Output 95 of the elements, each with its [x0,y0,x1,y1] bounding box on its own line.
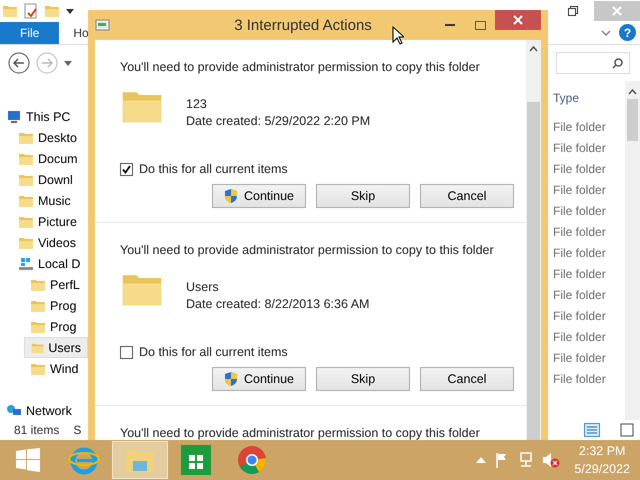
table-cell: File folder [553,330,606,344]
network-icon [6,404,22,418]
folder-icon [30,362,46,376]
table-cell: File folder [553,141,606,155]
date-created: Date created: 8/22/2013 6:36 AM [186,297,370,311]
scrollbar[interactable] [625,81,640,420]
folder-icon [44,3,60,19]
table-cell: File folder [553,120,606,134]
dialog-button[interactable]: Cancel [420,367,514,391]
dialog-button[interactable]: Cancel [420,184,514,208]
table-cell: File folder [553,267,606,281]
scroll-thumb[interactable] [527,102,540,440]
checkbox-label[interactable]: Do this for all current items [139,162,288,176]
nav-item[interactable]: Picture [12,211,88,232]
shield-icon [224,188,238,204]
status-text: S [73,423,82,437]
nav-item[interactable]: Docum [12,148,88,169]
nav-item[interactable]: Videos [12,232,88,253]
scroll-up-icon[interactable] [529,46,538,52]
chrome-ball-icon [237,445,267,475]
table-cell: File folder [553,372,606,386]
scrollbar[interactable] [526,40,541,440]
help-button[interactable]: ? [619,24,636,41]
folder-icon [18,152,34,166]
nav-item[interactable]: Local D [12,253,88,274]
close-button[interactable] [495,10,541,30]
nav-item[interactable]: Prog [24,295,88,316]
table-cell: File folder [553,204,606,218]
table-cell: File folder [553,351,606,365]
nav-item[interactable]: PerfL [24,274,88,295]
nav-item[interactable]: Network [0,400,88,421]
dialog-button[interactable]: Continue [212,184,306,208]
nav-item[interactable]: This PC [0,106,88,127]
nav-item[interactable]: Music [12,190,88,211]
nav-item[interactable]: Wind [24,358,88,379]
drive-icon [18,256,34,270]
table-cell: File folder [553,162,606,176]
ribbon-tab[interactable]: Ho [59,22,103,44]
folder-icon [18,236,34,250]
checkbox[interactable] [120,346,133,358]
tray-caret-icon[interactable] [476,457,486,463]
folder-icon [30,278,46,292]
folder-icon [30,320,46,334]
network-monitor-icon[interactable] [518,452,534,468]
recent-caret-icon[interactable] [64,60,72,66]
folder-name: Users [186,280,220,294]
restore-icon[interactable] [568,6,578,16]
computer-icon [6,110,22,124]
date-created: Date created: 5/29/2022 2:20 PM [186,114,370,128]
folder-icon [18,130,34,144]
close-icon [513,15,523,25]
table-cell: File folder [553,225,606,239]
folder-icon [30,298,46,312]
maximize-icon[interactable] [474,20,486,30]
dialog-button[interactable]: Skip [316,367,410,391]
taskbar-app[interactable] [112,441,168,479]
table-cell: File folder [553,288,606,302]
nav-item[interactable]: Deskto [12,127,88,148]
scroll-thumb[interactable] [627,99,638,141]
nav-item[interactable]: Prog [24,316,88,337]
nav-item[interactable]: Downl [12,169,88,190]
close-icon [612,6,622,16]
folder-icon [2,3,18,19]
permission-message: You'll need to provide administrator permission to copy this folder [120,426,481,440]
permission-message: You'll need to provide administrator permission to copy to this folder [120,243,495,257]
store-bag-icon [181,445,211,475]
ribbon-tab[interactable]: File [0,22,60,44]
search-icon [612,58,623,68]
permission-message: You'll need to provide administrator permission to copy this folder [120,60,481,74]
folder-icon [18,214,34,228]
windows-logo-icon [16,448,40,472]
copy-progress-icon [95,18,111,32]
folder-icon [18,194,34,208]
table-cell: File folder [553,246,606,260]
table-cell: File folder [553,183,606,197]
dropdown-caret-icon [66,8,74,14]
item-count: 81 items [14,423,60,437]
details-view-icon[interactable] [584,423,600,437]
document-check-icon [24,3,38,19]
chevron-down-icon[interactable] [601,30,611,36]
dialog-button[interactable]: Skip [316,184,410,208]
large-icons-view-icon[interactable] [620,423,634,437]
table-cell: File folder [553,309,606,323]
folder-icon [18,172,34,186]
search-field[interactable] [556,52,630,74]
folder-name: 123 [186,97,208,111]
checkbox[interactable] [120,162,133,176]
window-title: 3 Interrupted Actions [233,16,373,34]
nav-item[interactable]: Users [24,337,88,358]
scroll-up-icon[interactable] [628,89,637,95]
muted-speaker-icon[interactable] [542,452,560,468]
checkbox-label[interactable]: Do this for all current items [139,345,288,359]
dialog-button[interactable]: Continue [212,367,306,391]
shield-icon [224,371,238,387]
column-header[interactable]: Type [553,91,580,105]
